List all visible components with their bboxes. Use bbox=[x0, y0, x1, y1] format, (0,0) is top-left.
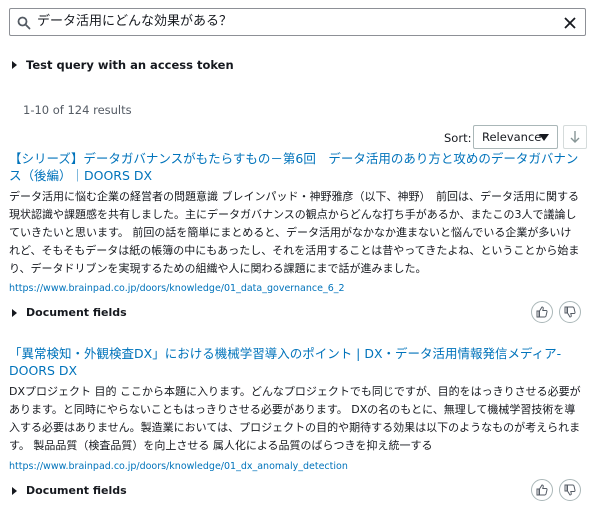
arrow-down-icon bbox=[570, 131, 580, 143]
search-icon bbox=[17, 15, 31, 34]
result-title[interactable]: 【シリーズ】データガバナンスがもたらすもの－第6回 データ活用のあり方と攻めのデ… bbox=[9, 150, 581, 184]
thumbs-up-icon[interactable] bbox=[531, 301, 553, 323]
caret-down-icon bbox=[539, 134, 549, 141]
results-count: 1-10 of 124 results bbox=[23, 103, 132, 117]
thumbs-down-icon[interactable] bbox=[559, 479, 581, 501]
caret-right-icon bbox=[12, 61, 17, 69]
search-input[interactable]: データ活用にどんな効果がある？ bbox=[37, 9, 232, 35]
caret-right-icon bbox=[12, 308, 17, 317]
clear-icon[interactable] bbox=[563, 15, 577, 34]
result-excerpt: データ活用に悩む企業の経営者の問題意識 ブレインパッド・神野雅彦（以下、神野） … bbox=[9, 190, 580, 275]
result-title[interactable]: 「異常検知・外観検査DX」における機械学習導入のポイント | DX・データ活用情… bbox=[9, 345, 581, 379]
thumbs-down-icon[interactable] bbox=[559, 301, 581, 323]
sort-select[interactable]: Relevance bbox=[473, 125, 558, 149]
sort-label: Sort: bbox=[444, 131, 472, 145]
result-excerpt: DXプロジェクト 目的 ここから本題に入ります。どんなプロジェクトでも同じですが… bbox=[9, 385, 581, 452]
access-token-toggle-label: Test query with an access token bbox=[26, 58, 234, 72]
sort-direction-button[interactable] bbox=[563, 125, 587, 149]
sort-selected-value: Relevance bbox=[482, 130, 542, 144]
document-fields-label: Document fields bbox=[26, 484, 127, 497]
result-url[interactable]: https://www.brainpad.co.jp/doors/knowled… bbox=[9, 283, 345, 294]
document-fields-toggle[interactable]: Document fields bbox=[12, 306, 127, 319]
search-box[interactable]: データ活用にどんな効果がある？ bbox=[9, 8, 586, 36]
result-item: 【シリーズ】データガバナンスがもたらすもの－第6回 データ活用のあり方と攻めのデ… bbox=[9, 150, 581, 325]
access-token-toggle[interactable]: Test query with an access token bbox=[12, 58, 234, 72]
caret-right-icon bbox=[12, 486, 17, 495]
document-fields-label: Document fields bbox=[26, 306, 127, 319]
document-fields-toggle[interactable]: Document fields bbox=[12, 484, 127, 497]
thumbs-up-icon[interactable] bbox=[531, 479, 553, 501]
result-url[interactable]: https://www.brainpad.co.jp/doors/knowled… bbox=[9, 461, 348, 472]
result-item: 「異常検知・外観検査DX」における機械学習導入のポイント | DX・データ活用情… bbox=[9, 345, 581, 505]
